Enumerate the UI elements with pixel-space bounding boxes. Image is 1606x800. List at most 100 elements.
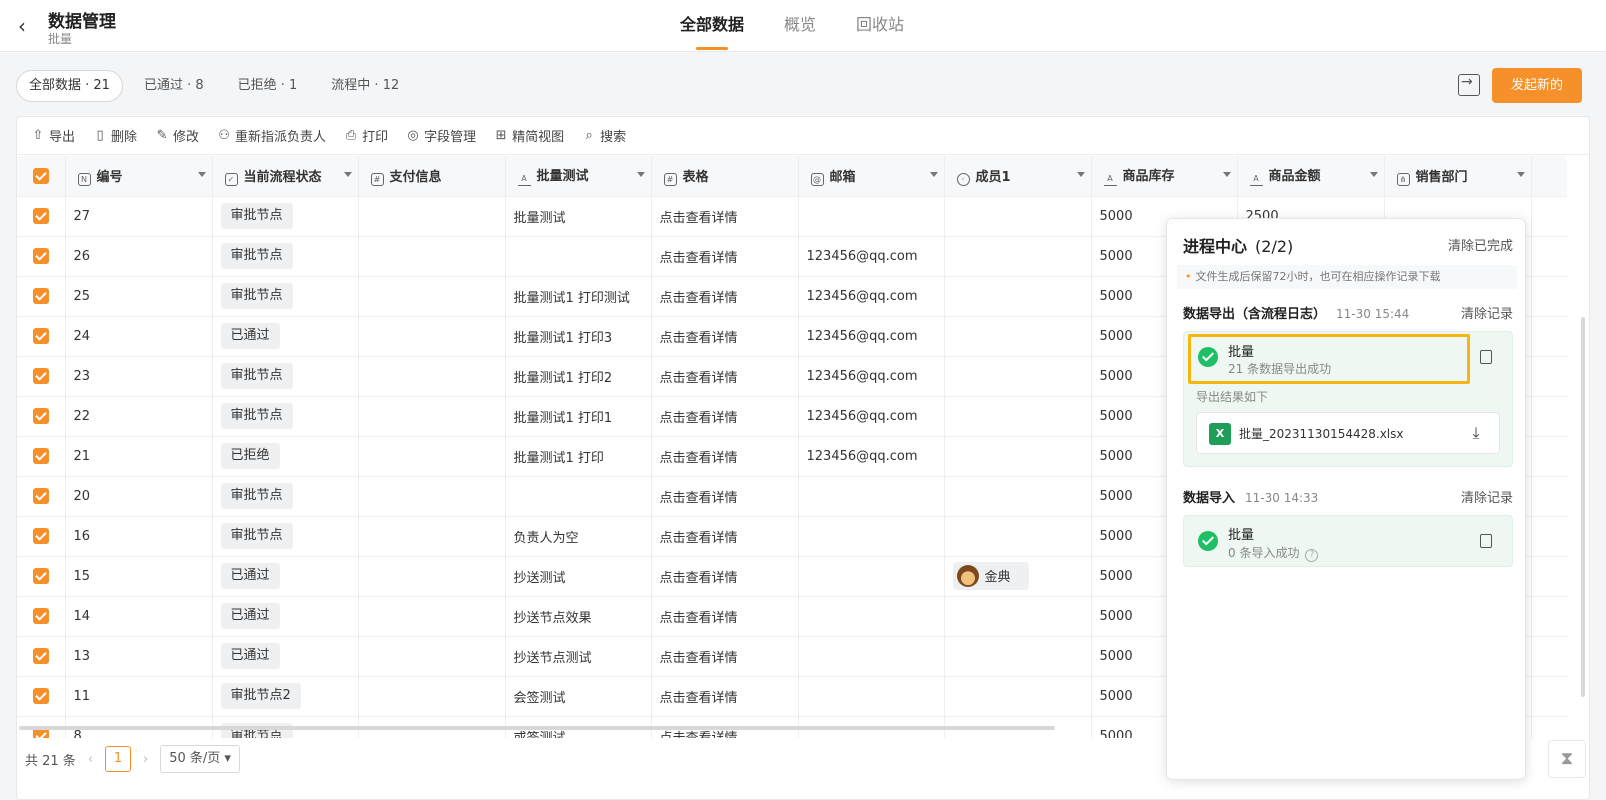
cell-batch: 批量测试1 打印测试 <box>505 276 652 317</box>
row-checkbox[interactable] <box>17 276 66 317</box>
process-center-title: 进程中心 (2/2) <box>1183 233 1293 257</box>
horizontal-scrollbar[interactable] <box>19 726 1055 730</box>
next-page-icon[interactable]: › <box>143 752 148 767</box>
cell-table[interactable]: 点击查看详情 <box>651 636 799 677</box>
row-checkbox[interactable] <box>17 596 66 637</box>
cell-extra-a <box>1531 716 1567 738</box>
import-clear-record-button[interactable]: 清除记录 <box>1461 487 1513 506</box>
prev-page-icon[interactable]: ‹ <box>88 752 93 767</box>
export-file-item[interactable]: X 批量_20231130154428.xlsx ⤓ <box>1196 412 1500 454</box>
chevron-left-icon[interactable]: ‹ <box>18 14 38 38</box>
caret-down-icon[interactable] <box>929 172 938 177</box>
tab-recycle-bin[interactable]: 回收站 <box>856 0 904 52</box>
cell-batch: 抄送测试 <box>505 556 652 597</box>
cell-table[interactable]: 点击查看详情 <box>651 476 799 517</box>
cell-text: 点击查看详情 <box>659 730 738 739</box>
page-size-select[interactable]: 50 条/页 ▾ <box>160 745 240 773</box>
field-manage-button[interactable]: ◎ 字段管理 <box>406 126 476 145</box>
cell-extra-a <box>1531 396 1567 437</box>
caret-down-icon[interactable] <box>1076 172 1085 177</box>
checkbox-icon <box>32 528 49 544</box>
cell-table[interactable]: 点击查看详情 <box>651 436 799 477</box>
cell-table[interactable]: 点击查看详情 <box>651 516 799 557</box>
hourglass-icon[interactable]: ⧗ <box>1548 740 1586 778</box>
cell-status: 已通过 <box>212 596 359 637</box>
page-number[interactable]: 1 <box>105 746 132 772</box>
row-checkbox[interactable] <box>17 356 66 397</box>
row-checkbox[interactable] <box>17 316 66 357</box>
caret-down-icon[interactable] <box>197 172 206 177</box>
print-button[interactable]: ⎙ 打印 <box>344 126 388 145</box>
cell-table[interactable]: 点击查看详情 <box>651 236 799 277</box>
filter-in-process[interactable]: 流程中 · 12 <box>318 70 412 102</box>
column-header[interactable]: @ 邮箱 <box>798 156 945 197</box>
row-checkbox[interactable] <box>17 476 66 517</box>
filter-all[interactable]: 全部数据 · 21 <box>16 70 123 102</box>
delete-button[interactable]: ▯ 删除 <box>93 126 137 145</box>
cell-email <box>798 196 945 237</box>
retention-note: • 文件生成后保留72小时，也可在相应操作记录下载 <box>1177 265 1517 289</box>
compact-view-button[interactable]: ⊞ 精简视图 <box>494 126 564 145</box>
cell-text: 5000 <box>1099 328 1133 344</box>
cell-table[interactable]: 点击查看详情 <box>651 276 799 317</box>
row-checkbox[interactable] <box>17 236 66 277</box>
cell-table[interactable]: 点击查看详情 <box>651 196 799 237</box>
filter-rejected[interactable]: 已拒绝 · 1 <box>225 70 311 102</box>
column-header[interactable]: ✓ 当前流程状态 <box>212 156 359 197</box>
reassign-button[interactable]: ⚇ 重新指派负责人 <box>217 126 326 145</box>
clear-completed-button[interactable]: 清除已完成 <box>1448 235 1513 254</box>
cell-table[interactable]: 点击查看详情 <box>651 316 799 357</box>
member-chip[interactable]: 金典 <box>952 561 1029 590</box>
row-checkbox[interactable] <box>17 516 66 557</box>
row-checkbox[interactable] <box>17 556 66 597</box>
cell-table[interactable]: 点击查看详情 <box>651 396 799 437</box>
column-header[interactable]: N 编号 <box>65 156 213 197</box>
cell-extra-a <box>1531 276 1567 317</box>
cell-text: 批量测试 <box>513 210 566 226</box>
column-header[interactable]: # 表格 <box>651 156 799 197</box>
member-name: 金典 <box>984 570 1011 585</box>
cell-status: 审批节点 <box>212 396 359 437</box>
download-icon[interactable]: ⤓ <box>1467 423 1485 443</box>
cell-table[interactable]: 点击查看详情 <box>651 676 799 717</box>
caret-down-icon[interactable] <box>1516 172 1525 177</box>
column-header[interactable]: # 支付信息 <box>358 156 506 197</box>
export-file-name: 批量_20231130154428.xlsx <box>1239 427 1404 441</box>
cell-table[interactable]: 点击查看详情 <box>651 596 799 637</box>
select-all-checkbox[interactable] <box>17 156 66 197</box>
filter-approved[interactable]: 已通过 · 8 <box>131 70 217 102</box>
column-header[interactable]: A 商品金额 <box>1237 156 1385 197</box>
cell-email: 123456@qq.com <box>798 236 945 277</box>
column-header[interactable]: A 商品库存 <box>1091 156 1238 197</box>
vertical-scrollbar[interactable] <box>1581 317 1585 697</box>
tab-overview[interactable]: 概览 <box>784 0 816 52</box>
cell-table[interactable]: 点击查看详情 <box>651 356 799 397</box>
logout-export-icon[interactable] <box>1458 74 1480 96</box>
row-checkbox[interactable] <box>17 676 66 717</box>
help-icon[interactable]: ? <box>1305 549 1319 562</box>
cell-id: 20 <box>65 476 213 517</box>
new-submission-button[interactable]: 发起新的 <box>1492 68 1582 103</box>
column-header[interactable]: A 批量测试 <box>505 156 652 197</box>
row-checkbox[interactable] <box>17 196 66 237</box>
caret-down-icon[interactable] <box>343 172 352 177</box>
checkbox-icon <box>32 688 49 704</box>
edit-button[interactable]: ✎ 修改 <box>155 126 199 145</box>
export-button[interactable]: ⇧ 导出 <box>31 126 75 145</box>
caret-down-icon[interactable] <box>1222 172 1231 177</box>
caret-down-icon[interactable] <box>1369 172 1378 177</box>
cell-text: 负责人为空 <box>513 530 579 546</box>
view-log-icon[interactable] <box>1480 350 1492 364</box>
caret-down-icon[interactable] <box>636 172 645 177</box>
view-log-icon[interactable] <box>1480 534 1492 548</box>
cell-extra-a <box>1531 316 1567 357</box>
column-header[interactable]: ⋔ 销售部门 <box>1384 156 1532 197</box>
search-button[interactable]: ⌕ 搜索 <box>582 126 626 145</box>
cell-table[interactable]: 点击查看详情 <box>651 556 799 597</box>
row-checkbox[interactable] <box>17 396 66 437</box>
export-clear-record-button[interactable]: 清除记录 <box>1461 303 1513 322</box>
row-checkbox[interactable] <box>17 636 66 677</box>
column-header[interactable]: ◦ 成员1 <box>944 156 1092 197</box>
tab-all-data[interactable]: 全部数据 <box>680 0 744 52</box>
row-checkbox[interactable] <box>17 436 66 477</box>
